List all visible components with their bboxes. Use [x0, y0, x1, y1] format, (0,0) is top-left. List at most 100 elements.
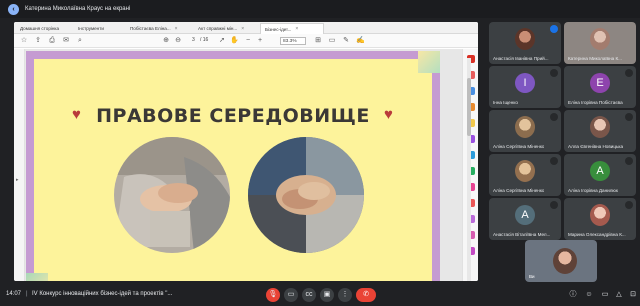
- sign-icon[interactable]: ✍: [356, 37, 365, 45]
- participant-video: [590, 116, 610, 138]
- close-tab-icon[interactable]: ×: [175, 26, 178, 32]
- avatar: A: [590, 161, 610, 181]
- separator: |: [26, 291, 28, 297]
- participant-tile[interactable]: Анастасія Іванівна Прий...: [489, 22, 561, 64]
- page-number[interactable]: 3: [192, 37, 195, 43]
- activities-icon[interactable]: △: [614, 290, 624, 300]
- zoom-level-field[interactable]: 83.3%: [280, 37, 306, 45]
- presenting-banner-text: Катерина Миколаївна Краус на екрані: [25, 6, 131, 12]
- pdf-left-panel: ▸: [14, 49, 25, 281]
- participant-tile[interactable]: Марина Олександрівна К...: [564, 198, 636, 240]
- participant-tile[interactable]: Аліна Сергіївна Міненко: [489, 110, 561, 152]
- people-icon[interactable]: ☺: [584, 290, 594, 300]
- participant-name: Анастасія Іванівна Прий...: [493, 56, 549, 61]
- present-icon[interactable]: ‹: [8, 3, 19, 15]
- participant-video: [515, 28, 535, 50]
- participant-tile[interactable]: I Інна Іщенко: [489, 66, 561, 108]
- pdf-scrollbar[interactable]: [467, 58, 471, 281]
- participant-name: Еліна Ігорівна Побістаєва: [568, 100, 623, 105]
- mic-off-icon: [625, 113, 633, 121]
- close-tab-icon[interactable]: ×: [241, 26, 244, 32]
- tab-document-2[interactable]: Акт справжні мін... ×: [194, 23, 258, 34]
- info-icon[interactable]: ⓘ: [568, 290, 578, 300]
- mic-off-icon: [625, 157, 633, 165]
- participant-tile[interactable]: Катерина Миколаївна К...: [564, 22, 636, 64]
- avatar: I: [515, 73, 535, 93]
- presenting-banner: ‹ Катерина Миколаївна Краус на екрані: [0, 0, 640, 18]
- comment-icon[interactable]: ▭: [328, 37, 336, 45]
- bookmark-icon[interactable]: ☆: [20, 37, 28, 45]
- meeting-title: IV Конкурс інноваційних бізнес-ідей та п…: [32, 291, 173, 297]
- page-down-icon[interactable]: ⊖: [174, 37, 182, 45]
- self-name: Ви: [529, 274, 535, 279]
- participant-tile[interactable]: A Анастасія Віталіївна Мел...: [489, 198, 561, 240]
- participant-name: Аліна Ігорівна Данилюк: [568, 188, 618, 193]
- fit-page-icon[interactable]: ⊞: [314, 37, 322, 45]
- speaking-indicator-icon: [550, 25, 558, 33]
- mic-off-icon: [550, 201, 558, 209]
- pen-icon[interactable]: ✎: [342, 37, 350, 45]
- participant-tile[interactable]: Аліна Сергіївна Міненко: [489, 154, 561, 196]
- page-total: / 16: [200, 37, 209, 43]
- zoom-out-icon[interactable]: −: [244, 37, 252, 45]
- participant-name: Марина Олександрівна К...: [568, 232, 626, 237]
- self-view-tile[interactable]: Ви: [525, 240, 597, 282]
- tab-document-1[interactable]: Побістаєва Еліна... ×: [126, 23, 192, 34]
- page-up-icon[interactable]: ⊕: [162, 37, 170, 45]
- pdf-toolbar: ☆ ⇪ ⎙ ✉ ⌕ ⊕ ⊖ 3 / 16 ➚ ✋ − + 83.3% ⊞ ▭ ✎…: [14, 34, 478, 48]
- zoom-in-icon[interactable]: +: [256, 37, 264, 45]
- avatar: A: [515, 205, 535, 225]
- more-options-button[interactable]: ⋮: [338, 288, 352, 302]
- pdf-scroll-thumb[interactable]: [467, 78, 471, 136]
- participant-tile[interactable]: E Еліна Ігорівна Побістаєва: [564, 66, 636, 108]
- team-hands-photo: [248, 137, 364, 253]
- participant-video: [515, 116, 535, 138]
- participant-video: [590, 204, 610, 226]
- clock: 14:07: [6, 291, 22, 297]
- tab-tools[interactable]: Інструменти: [74, 23, 124, 34]
- participant-name: Катерина Миколаївна К...: [568, 56, 622, 61]
- shared-screen-pdf-viewer: Домашня сторінка Інструменти Побістаєва …: [14, 22, 478, 281]
- tab-document-active[interactable]: Бізнес-ідеї... ×: [260, 23, 324, 34]
- slide-background: [34, 59, 432, 281]
- lock-icon[interactable]: ⊡: [628, 290, 638, 300]
- slide-title: ПРАВОВЕ СЕРЕДОВИЩЕ: [96, 105, 370, 127]
- captions-button[interactable]: cc: [302, 288, 316, 302]
- participant-name: Аліна Сергіївна Міненко: [493, 144, 545, 149]
- slide-corner-decoration: [418, 51, 440, 73]
- expand-panel-icon[interactable]: ▸: [16, 177, 19, 183]
- mic-off-icon: [550, 113, 558, 121]
- hands-holding-photo: [114, 137, 230, 253]
- select-cursor-icon[interactable]: ➚: [218, 37, 226, 45]
- mic-off-button[interactable]: 🎙: [266, 288, 280, 302]
- present-button[interactable]: ▣: [320, 288, 334, 302]
- participant-name: Анастасія Віталіївна Мел...: [493, 232, 551, 237]
- presentation-slide: ♥ ПРАВОВЕ СЕРЕДОВИЩЕ ♥: [26, 51, 440, 281]
- participant-tile[interactable]: A Аліна Ігорівна Данилюк: [564, 154, 636, 196]
- participant-name: Алла Євгенівна Новицька: [568, 144, 624, 149]
- mic-off-icon: [550, 157, 558, 165]
- tab-home[interactable]: Домашня сторінка: [16, 23, 74, 34]
- self-video: [553, 248, 577, 274]
- mic-off-icon: [625, 201, 633, 209]
- chat-icon[interactable]: ▭: [600, 290, 610, 300]
- slide-corner-decoration: [26, 273, 48, 281]
- email-icon[interactable]: ✉: [62, 37, 70, 45]
- mic-off-icon: [625, 69, 633, 77]
- hand-tool-icon[interactable]: ✋: [230, 37, 239, 45]
- pdf-tab-bar: Домашня сторінка Інструменти Побістаєва …: [14, 22, 478, 34]
- print-icon[interactable]: ⎙: [48, 37, 56, 45]
- avatar: E: [590, 73, 610, 93]
- search-icon[interactable]: ⌕: [76, 37, 84, 45]
- end-call-button[interactable]: ✆: [356, 288, 376, 302]
- participant-name: Аліна Сергіївна Міненко: [493, 188, 545, 193]
- upload-icon[interactable]: ⇪: [34, 37, 42, 45]
- camera-button[interactable]: ▭: [284, 288, 298, 302]
- meeting-control-bar: 14:07 | IV Конкурс інноваційних бізнес-і…: [0, 284, 640, 306]
- participant-video: [515, 160, 535, 182]
- participant-tile[interactable]: Алла Євгенівна Новицька: [564, 110, 636, 152]
- google-meet-window: ‹ Катерина Миколаївна Краус на екрані До…: [0, 0, 640, 306]
- participant-name: Інна Іщенко: [493, 100, 518, 105]
- heart-icon: ♥: [384, 106, 393, 123]
- close-tab-icon[interactable]: ×: [295, 26, 298, 32]
